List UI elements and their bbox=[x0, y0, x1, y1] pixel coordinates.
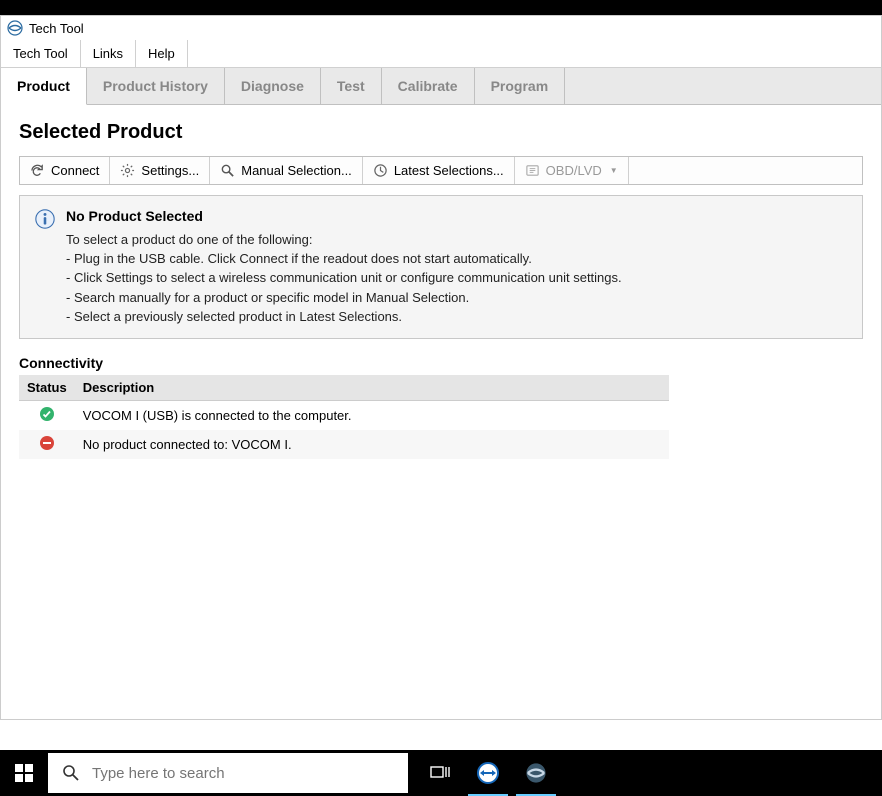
gear-icon bbox=[120, 163, 135, 178]
search-icon bbox=[220, 163, 235, 178]
obd-icon bbox=[525, 163, 540, 178]
tab-product-history[interactable]: Product History bbox=[87, 68, 225, 104]
error-icon bbox=[39, 435, 55, 451]
check-icon bbox=[39, 406, 55, 422]
info-body: To select a product do one of the follow… bbox=[66, 231, 848, 326]
info-line: - Search manually for a product or speci… bbox=[66, 289, 848, 307]
row-description: No product connected to: VOCOM I. bbox=[75, 430, 669, 459]
tab-program[interactable]: Program bbox=[475, 68, 566, 104]
search-box[interactable] bbox=[48, 753, 408, 793]
search-icon bbox=[62, 764, 80, 782]
chevron-down-icon: ▼ bbox=[610, 166, 618, 175]
taskbar bbox=[0, 750, 882, 796]
top-black-bar bbox=[0, 0, 882, 15]
connect-button[interactable]: Connect bbox=[20, 157, 110, 184]
taskbar-app-teamviewer[interactable] bbox=[464, 750, 512, 796]
table-row: VOCOM I (USB) is connected to the comput… bbox=[19, 400, 669, 430]
settings-label: Settings... bbox=[141, 163, 199, 178]
tab-test[interactable]: Test bbox=[321, 68, 382, 104]
info-panel: No Product Selected To select a product … bbox=[19, 195, 863, 339]
manual-selection-label: Manual Selection... bbox=[241, 163, 352, 178]
clock-icon bbox=[373, 163, 388, 178]
menu-techtool[interactable]: Tech Tool bbox=[1, 40, 81, 67]
tab-product[interactable]: Product bbox=[1, 68, 87, 105]
teamviewer-icon bbox=[476, 761, 500, 785]
connectivity-header: Connectivity bbox=[19, 355, 863, 371]
info-line: - Click Settings to select a wireless co… bbox=[66, 269, 848, 287]
menubar: Tech Tool Links Help bbox=[1, 40, 881, 68]
taskbar-app-techtool[interactable] bbox=[512, 750, 560, 796]
info-line: - Plug in the USB cable. Click Connect i… bbox=[66, 250, 848, 268]
menu-help[interactable]: Help bbox=[136, 40, 188, 67]
search-input[interactable] bbox=[92, 765, 394, 782]
obd-lvd-button: OBD/LVD ▼ bbox=[515, 157, 629, 184]
latest-selections-label: Latest Selections... bbox=[394, 163, 504, 178]
connectivity-table: Status Description VOCOM I (USB) is conn… bbox=[19, 375, 669, 459]
content-area: Selected Product Connect bbox=[1, 105, 881, 475]
manual-selection-button[interactable]: Manual Selection... bbox=[210, 157, 363, 184]
latest-selections-button[interactable]: Latest Selections... bbox=[363, 157, 515, 184]
info-icon bbox=[34, 208, 56, 230]
tab-calibrate[interactable]: Calibrate bbox=[382, 68, 475, 104]
tab-diagnose[interactable]: Diagnose bbox=[225, 68, 321, 104]
app-window: Tech Tool Tech Tool Links Help Product P… bbox=[0, 15, 882, 720]
info-title: No Product Selected bbox=[66, 208, 203, 224]
techtool-icon bbox=[525, 762, 547, 784]
task-icons bbox=[416, 750, 560, 796]
taskview-button[interactable] bbox=[416, 750, 464, 796]
app-title: Tech Tool bbox=[29, 21, 84, 36]
row-description: VOCOM I (USB) is connected to the comput… bbox=[75, 400, 669, 430]
taskview-icon bbox=[430, 765, 450, 781]
page-title: Selected Product bbox=[19, 121, 863, 144]
windows-icon bbox=[15, 764, 33, 782]
title-bar: Tech Tool bbox=[1, 16, 881, 40]
app-icon bbox=[7, 20, 23, 36]
table-row: No product connected to: VOCOM I. bbox=[19, 430, 669, 459]
settings-button[interactable]: Settings... bbox=[110, 157, 210, 184]
obd-lvd-label: OBD/LVD bbox=[546, 163, 602, 178]
info-lead: To select a product do one of the follow… bbox=[66, 231, 848, 249]
info-line: - Select a previously selected product i… bbox=[66, 308, 848, 326]
gap bbox=[0, 720, 882, 750]
refresh-icon bbox=[30, 163, 45, 178]
col-description: Description bbox=[75, 375, 669, 401]
menu-links[interactable]: Links bbox=[81, 40, 136, 67]
start-button[interactable] bbox=[0, 750, 48, 796]
toolbar: Connect Settings... bbox=[19, 156, 863, 185]
connect-label: Connect bbox=[51, 163, 99, 178]
tab-bar: Product Product History Diagnose Test Ca… bbox=[1, 68, 881, 105]
col-status: Status bbox=[19, 375, 75, 401]
